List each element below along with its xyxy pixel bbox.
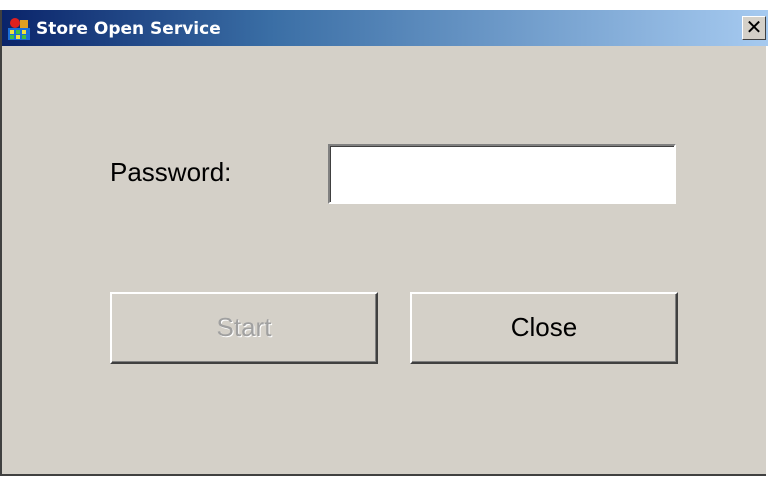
close-button[interactable]: Close: [410, 292, 678, 364]
password-input[interactable]: [328, 144, 676, 204]
title-bar[interactable]: Store Open Service ✕: [2, 10, 768, 46]
start-button[interactable]: Start: [110, 292, 378, 364]
window-title: Store Open Service: [36, 19, 221, 39]
close-icon: ✕: [745, 15, 763, 39]
password-label: Password:: [110, 157, 232, 187]
dialog-window: Store Open Service ✕ Password: Start Clo…: [0, 10, 768, 476]
app-store-icon: [8, 18, 30, 40]
close-window-button[interactable]: ✕: [742, 16, 766, 40]
